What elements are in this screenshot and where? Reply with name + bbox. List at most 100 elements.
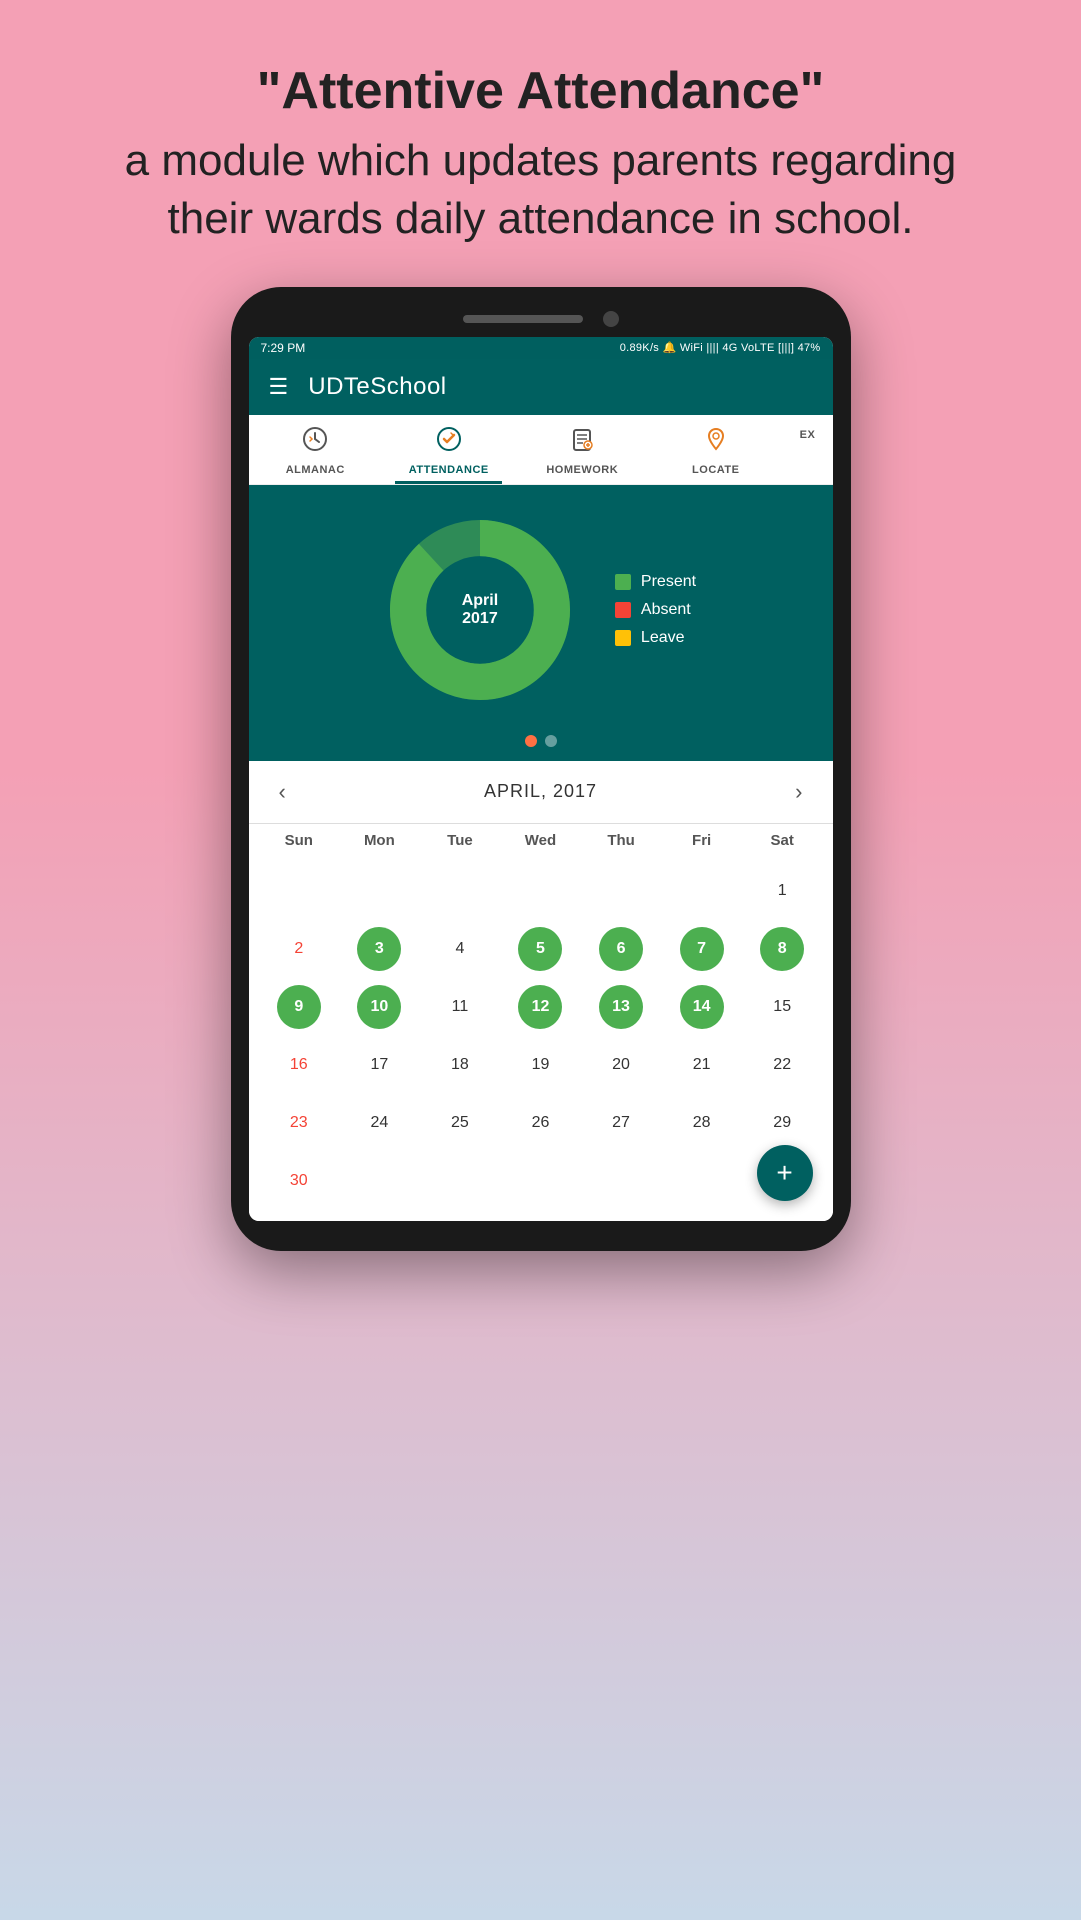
- present-label: Present: [641, 573, 696, 591]
- legend-leave: Leave: [615, 629, 696, 647]
- day-9[interactable]: 9: [259, 979, 340, 1035]
- carousel-dots: [249, 725, 833, 761]
- calendar-section: ‹ APRIL, 2017 › Sun Mon Tue Wed Thu Fri …: [249, 761, 833, 1221]
- donut-chart: April 2017: [385, 515, 575, 705]
- app-header: ☰ UDTeSchool: [249, 359, 833, 415]
- absent-label: Absent: [641, 601, 691, 619]
- status-icons: 0.89K/s 🔔 WiFi |||| 4G VoLTE [|||] 47%: [620, 341, 821, 354]
- chart-legend: Present Absent Leave: [615, 573, 696, 647]
- phone-camera: [603, 311, 619, 327]
- day-23[interactable]: 23: [259, 1095, 340, 1151]
- prev-month-button[interactable]: ‹: [269, 775, 296, 809]
- calendar-container: ‹ APRIL, 2017 › Sun Mon Tue Wed Thu Fri …: [249, 761, 833, 1221]
- next-month-button[interactable]: ›: [785, 775, 812, 809]
- donut-center-text: April 2017: [462, 592, 498, 628]
- header-sat: Sat: [742, 824, 823, 857]
- day-29[interactable]: 29: [742, 1095, 823, 1151]
- calendar-row-4: 16 17 18 19 20 21 22: [259, 1037, 823, 1093]
- day-27[interactable]: 27: [581, 1095, 662, 1151]
- phone-frame: 7:29 PM 0.89K/s 🔔 WiFi |||| 4G VoLTE [||…: [231, 287, 851, 1251]
- calendar-row-6: 30: [259, 1153, 823, 1209]
- calendar-nav: ‹ APRIL, 2017 ›: [249, 761, 833, 824]
- status-bar: 7:29 PM 0.89K/s 🔔 WiFi |||| 4G VoLTE [||…: [249, 337, 833, 359]
- header-tue: Tue: [420, 824, 501, 857]
- day-19[interactable]: 19: [500, 1037, 581, 1093]
- tab-extra[interactable]: EX: [783, 415, 833, 484]
- fab-button[interactable]: +: [757, 1145, 813, 1201]
- day-6[interactable]: 6: [581, 921, 662, 977]
- day-2[interactable]: 2: [259, 921, 340, 977]
- tab-homework[interactable]: HOMEWORK: [516, 415, 650, 484]
- day-empty: [339, 1153, 420, 1209]
- donut-year: 2017: [462, 610, 498, 628]
- header-thu: Thu: [581, 824, 662, 857]
- header-fri: Fri: [661, 824, 742, 857]
- phone-notch: [249, 305, 833, 337]
- day-empty: [661, 1153, 742, 1209]
- day-8[interactable]: 8: [742, 921, 823, 977]
- tab-almanac[interactable]: ALMANAC: [249, 415, 383, 484]
- day-17[interactable]: 17: [339, 1037, 420, 1093]
- day-empty: [420, 863, 501, 919]
- present-dot: [615, 574, 631, 590]
- day-10[interactable]: 10: [339, 979, 420, 1035]
- calendar-row-3: 9 10 11 12 13 14 15: [259, 979, 823, 1035]
- hamburger-menu-icon[interactable]: ☰: [269, 376, 289, 398]
- day-empty: [661, 863, 742, 919]
- donut-section: April 2017 Present Absent Leave: [249, 485, 833, 725]
- calendar-row-1: 1: [259, 863, 823, 919]
- tab-locate[interactable]: LOCATE: [649, 415, 783, 484]
- day-15[interactable]: 15: [742, 979, 823, 1035]
- day-empty: [500, 1153, 581, 1209]
- almanac-icon: [301, 425, 329, 460]
- day-16[interactable]: 16: [259, 1037, 340, 1093]
- day-empty: [581, 863, 662, 919]
- attendance-label: ATTENDANCE: [409, 464, 489, 476]
- calendar-row-2: 2 3 4 5 6 7 8: [259, 921, 823, 977]
- day-12[interactable]: 12: [500, 979, 581, 1035]
- day-25[interactable]: 25: [420, 1095, 501, 1151]
- extra-label: EX: [800, 429, 816, 441]
- attendance-icon: [435, 425, 463, 460]
- homework-icon: [568, 425, 596, 460]
- day-26[interactable]: 26: [500, 1095, 581, 1151]
- day-empty: [500, 863, 581, 919]
- phone-speaker: [463, 315, 583, 323]
- day-3[interactable]: 3: [339, 921, 420, 977]
- promo-section: "Attentive Attendance" a module which up…: [0, 0, 1081, 287]
- app-title: UDTeSchool: [308, 373, 446, 401]
- leave-dot: [615, 630, 631, 646]
- donut-month: April: [462, 592, 498, 610]
- tab-attendance[interactable]: ATTENDANCE: [382, 415, 516, 484]
- locate-icon: [702, 425, 730, 460]
- day-18[interactable]: 18: [420, 1037, 501, 1093]
- day-7[interactable]: 7: [661, 921, 742, 977]
- day-30[interactable]: 30: [259, 1153, 340, 1209]
- phone-screen: 7:29 PM 0.89K/s 🔔 WiFi |||| 4G VoLTE [||…: [249, 337, 833, 1221]
- homework-label: HOMEWORK: [546, 464, 618, 476]
- header-mon: Mon: [339, 824, 420, 857]
- day-5[interactable]: 5: [500, 921, 581, 977]
- status-time: 7:29 PM: [261, 341, 306, 355]
- carousel-dot-1[interactable]: [545, 735, 557, 747]
- carousel-dot-0[interactable]: [525, 735, 537, 747]
- day-14[interactable]: 14: [661, 979, 742, 1035]
- day-empty: [339, 863, 420, 919]
- day-11[interactable]: 11: [420, 979, 501, 1035]
- day-24[interactable]: 24: [339, 1095, 420, 1151]
- day-22[interactable]: 22: [742, 1037, 823, 1093]
- day-empty: [420, 1153, 501, 1209]
- day-20[interactable]: 20: [581, 1037, 662, 1093]
- day-13[interactable]: 13: [581, 979, 662, 1035]
- locate-label: LOCATE: [692, 464, 739, 476]
- day-1[interactable]: 1: [742, 863, 823, 919]
- day-empty: [581, 1153, 662, 1209]
- legend-present: Present: [615, 573, 696, 591]
- header-sun: Sun: [259, 824, 340, 857]
- day-21[interactable]: 21: [661, 1037, 742, 1093]
- leave-label: Leave: [641, 629, 685, 647]
- day-28[interactable]: 28: [661, 1095, 742, 1151]
- calendar-row-5: 23 24 25 26 27 28 29: [259, 1095, 823, 1151]
- day-4[interactable]: 4: [420, 921, 501, 977]
- promo-subtitle: a module which updates parents regarding…: [80, 132, 1001, 246]
